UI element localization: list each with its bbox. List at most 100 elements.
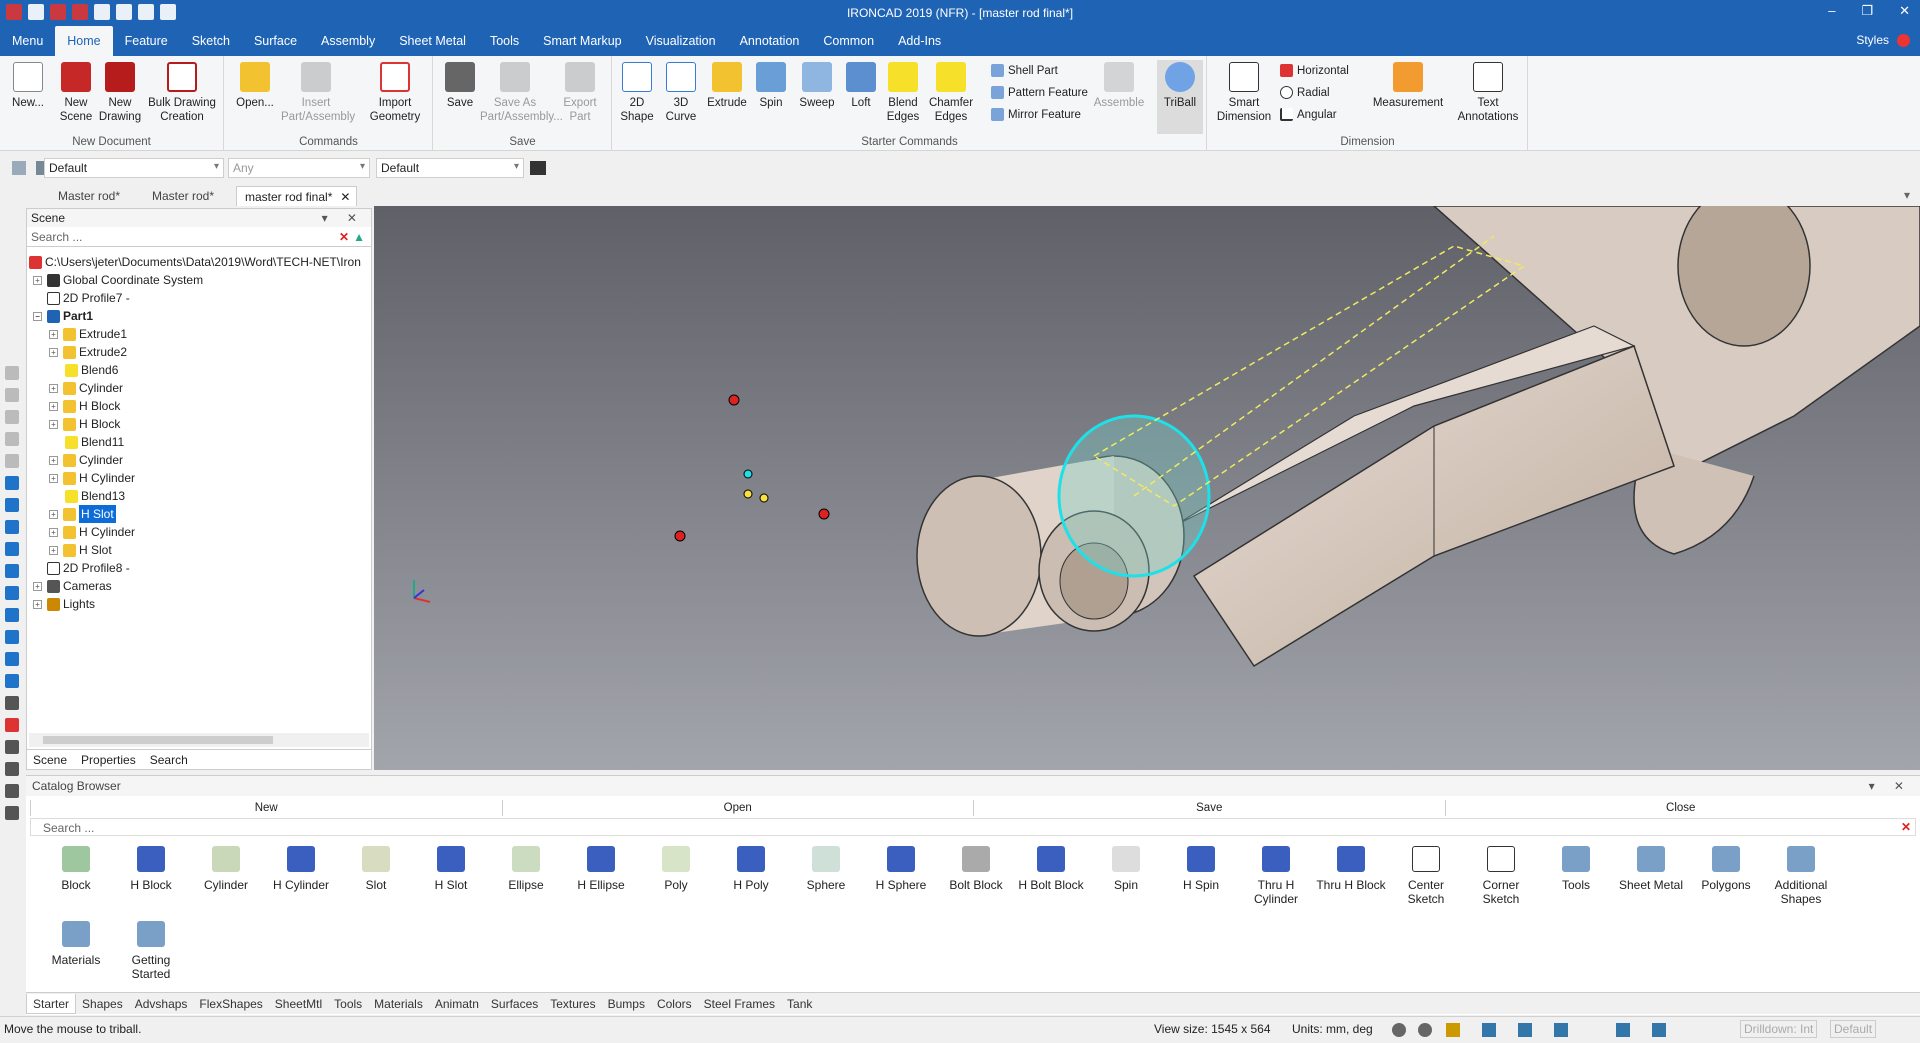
chamfer-edges-button[interactable]: Chamfer Edges xyxy=(927,62,975,124)
catalog-tab-sheetmtl[interactable]: SheetMtl xyxy=(269,997,328,1011)
catalog-item[interactable]: Thru H Cylinder xyxy=(1240,846,1312,906)
new-drawing-button[interactable]: New Drawing xyxy=(98,62,142,124)
tab-feature[interactable]: Feature xyxy=(113,26,180,56)
blend-edges-button[interactable]: Blend Edges xyxy=(883,62,923,124)
catalog-item[interactable]: H Spin xyxy=(1165,846,1237,892)
selection-filter-icon[interactable] xyxy=(12,161,26,175)
tool-icon-18[interactable] xyxy=(5,740,19,754)
tab-list-chevron-icon[interactable]: ▾ xyxy=(1904,188,1910,202)
catalog-tab-animatn[interactable]: Animatn xyxy=(429,997,485,1011)
tool-icon-2[interactable] xyxy=(5,388,19,402)
catalog-tab-advshaps[interactable]: Advshaps xyxy=(129,997,194,1011)
tree-item-selected[interactable]: + H Slot xyxy=(49,505,116,523)
new-button[interactable]: New... xyxy=(8,62,48,110)
catalog-item[interactable]: Spin xyxy=(1090,846,1162,892)
catalog-close-button[interactable]: Close xyxy=(1444,800,1917,816)
import-geometry-button[interactable]: Import Geometry xyxy=(365,62,425,124)
catalog-item[interactable]: Polygons xyxy=(1690,846,1762,892)
doc-tab-master-rod-2[interactable]: Master rod* xyxy=(144,186,222,206)
catalog-item[interactable]: H Sphere xyxy=(865,846,937,892)
zoom-window-icon[interactable] xyxy=(1418,1023,1432,1037)
close-window-button[interactable]: ✕ xyxy=(1899,3,1910,19)
tree-item[interactable]: Blend11 xyxy=(65,433,124,451)
catalog-tab-textures[interactable]: Textures xyxy=(544,997,601,1011)
tree-item[interactable]: + Extrude2 xyxy=(49,343,127,361)
measurement-button[interactable]: Measurement xyxy=(1368,62,1448,110)
save-as-button[interactable]: Save As Part/Assembly... xyxy=(480,62,563,124)
snap-icon[interactable] xyxy=(1554,1023,1568,1037)
catalog-item[interactable]: Materials xyxy=(40,921,112,967)
catalog-tab-tools[interactable]: Tools xyxy=(328,997,368,1011)
catalog-tab-shapes[interactable]: Shapes xyxy=(76,997,129,1011)
filter-icon[interactable]: ▲ xyxy=(353,230,365,244)
tool-icon-8[interactable] xyxy=(5,520,19,534)
tool-icon-5[interactable] xyxy=(5,454,19,468)
triball-button[interactable]: TriBall xyxy=(1157,60,1203,134)
shell-part-button[interactable]: Shell Part xyxy=(991,64,1058,77)
loft-button[interactable]: Loft xyxy=(843,62,879,110)
tab-home[interactable]: Home xyxy=(55,26,113,56)
catalog-panel-controls[interactable]: ▾ ✕ xyxy=(1869,776,1912,796)
tab-menu[interactable]: Menu xyxy=(0,26,55,56)
restore-button[interactable]: ❐ xyxy=(1861,3,1873,19)
tool-icon-4[interactable] xyxy=(5,432,19,446)
catalog-item[interactable]: H Block xyxy=(115,846,187,892)
zoom-icon[interactable] xyxy=(1392,1023,1406,1037)
2d-shape-button[interactable]: 2D Shape xyxy=(619,62,655,124)
sweep-button[interactable]: Sweep xyxy=(797,62,837,110)
catalog-item[interactable]: Bolt Block xyxy=(940,846,1012,892)
catalog-tab-colors[interactable]: Colors xyxy=(651,997,698,1011)
tool-icon-7[interactable] xyxy=(5,498,19,512)
catalog-tab-materials[interactable]: Materials xyxy=(368,997,429,1011)
horizontal-dimension-button[interactable]: Horizontal xyxy=(1280,64,1349,77)
tree-scrollbar[interactable] xyxy=(29,733,369,747)
catalog-item[interactable]: Additional Shapes xyxy=(1765,846,1837,906)
tab-surface[interactable]: Surface xyxy=(242,26,309,56)
tab-common[interactable]: Common xyxy=(811,26,886,56)
doc-tab-master-rod-final[interactable]: master rod final* ✕ xyxy=(236,186,358,206)
tab-properties[interactable]: Properties xyxy=(81,750,136,769)
tool-icon-1[interactable] xyxy=(5,366,19,380)
catalog-item[interactable]: Poly xyxy=(640,846,712,892)
tab-sheet-metal[interactable]: Sheet Metal xyxy=(387,26,478,56)
catalog-item[interactable]: Tools xyxy=(1540,846,1612,892)
radial-dimension-button[interactable]: Radial xyxy=(1280,86,1330,99)
catalog-item[interactable]: Getting Started xyxy=(115,921,187,981)
tree-item[interactable]: + Cameras xyxy=(33,577,112,595)
catalog-item[interactable]: Slot xyxy=(340,846,412,892)
catalog-item[interactable]: H Slot xyxy=(415,846,487,892)
mirror-feature-button[interactable]: Mirror Feature xyxy=(991,108,1081,121)
catalog-tab-flexshapes[interactable]: FlexShapes xyxy=(193,997,268,1011)
smart-dimension-button[interactable]: Smart Dimension xyxy=(1214,62,1274,124)
default-combo[interactable]: Default xyxy=(1830,1020,1877,1038)
tool-icon-13[interactable] xyxy=(5,630,19,644)
tab-annotation[interactable]: Annotation xyxy=(728,26,812,56)
catalog-search-input[interactable]: Search ... ✕ xyxy=(30,818,1916,836)
tool-icon-21[interactable] xyxy=(5,806,19,820)
view-icon[interactable] xyxy=(1446,1023,1460,1037)
tree-item[interactable]: 2D Profile7 - xyxy=(47,289,130,307)
tool-icon-6[interactable] xyxy=(5,476,19,490)
tab-tools[interactable]: Tools xyxy=(478,26,531,56)
clear-search-icon[interactable]: ✕ xyxy=(339,230,349,244)
panel-controls[interactable]: ▾ ✕ xyxy=(322,209,365,227)
tool-icon-14[interactable] xyxy=(5,652,19,666)
tool-icon-10[interactable] xyxy=(5,564,19,578)
text-annotations-button[interactable]: Text Annotations xyxy=(1452,62,1524,124)
catalog-item[interactable]: Sheet Metal xyxy=(1615,846,1687,892)
minimize-button[interactable]: – xyxy=(1828,3,1835,19)
catalog-item[interactable]: H Poly xyxy=(715,846,787,892)
catalog-open-button[interactable]: Open xyxy=(501,800,974,816)
open-button[interactable]: Open... xyxy=(235,62,275,110)
save-button[interactable]: Save xyxy=(440,62,480,110)
drilldown-combo[interactable]: Drilldown: Int xyxy=(1740,1020,1818,1038)
tree-root[interactable]: C:\Users\jeter\Documents\Data\2019\Word\… xyxy=(29,253,361,271)
lighting-icon[interactable] xyxy=(1652,1023,1666,1037)
catalog-tab-starter[interactable]: Starter xyxy=(26,993,77,1014)
tree-item-part1[interactable]: − Part1 xyxy=(33,307,93,325)
tool-icon-19[interactable] xyxy=(5,762,19,776)
tree-item[interactable]: + Cylinder xyxy=(49,379,123,397)
tab-scene[interactable]: Scene xyxy=(33,750,67,769)
tree-item[interactable]: + H Block xyxy=(49,397,120,415)
tree-item[interactable]: + Extrude1 xyxy=(49,325,127,343)
